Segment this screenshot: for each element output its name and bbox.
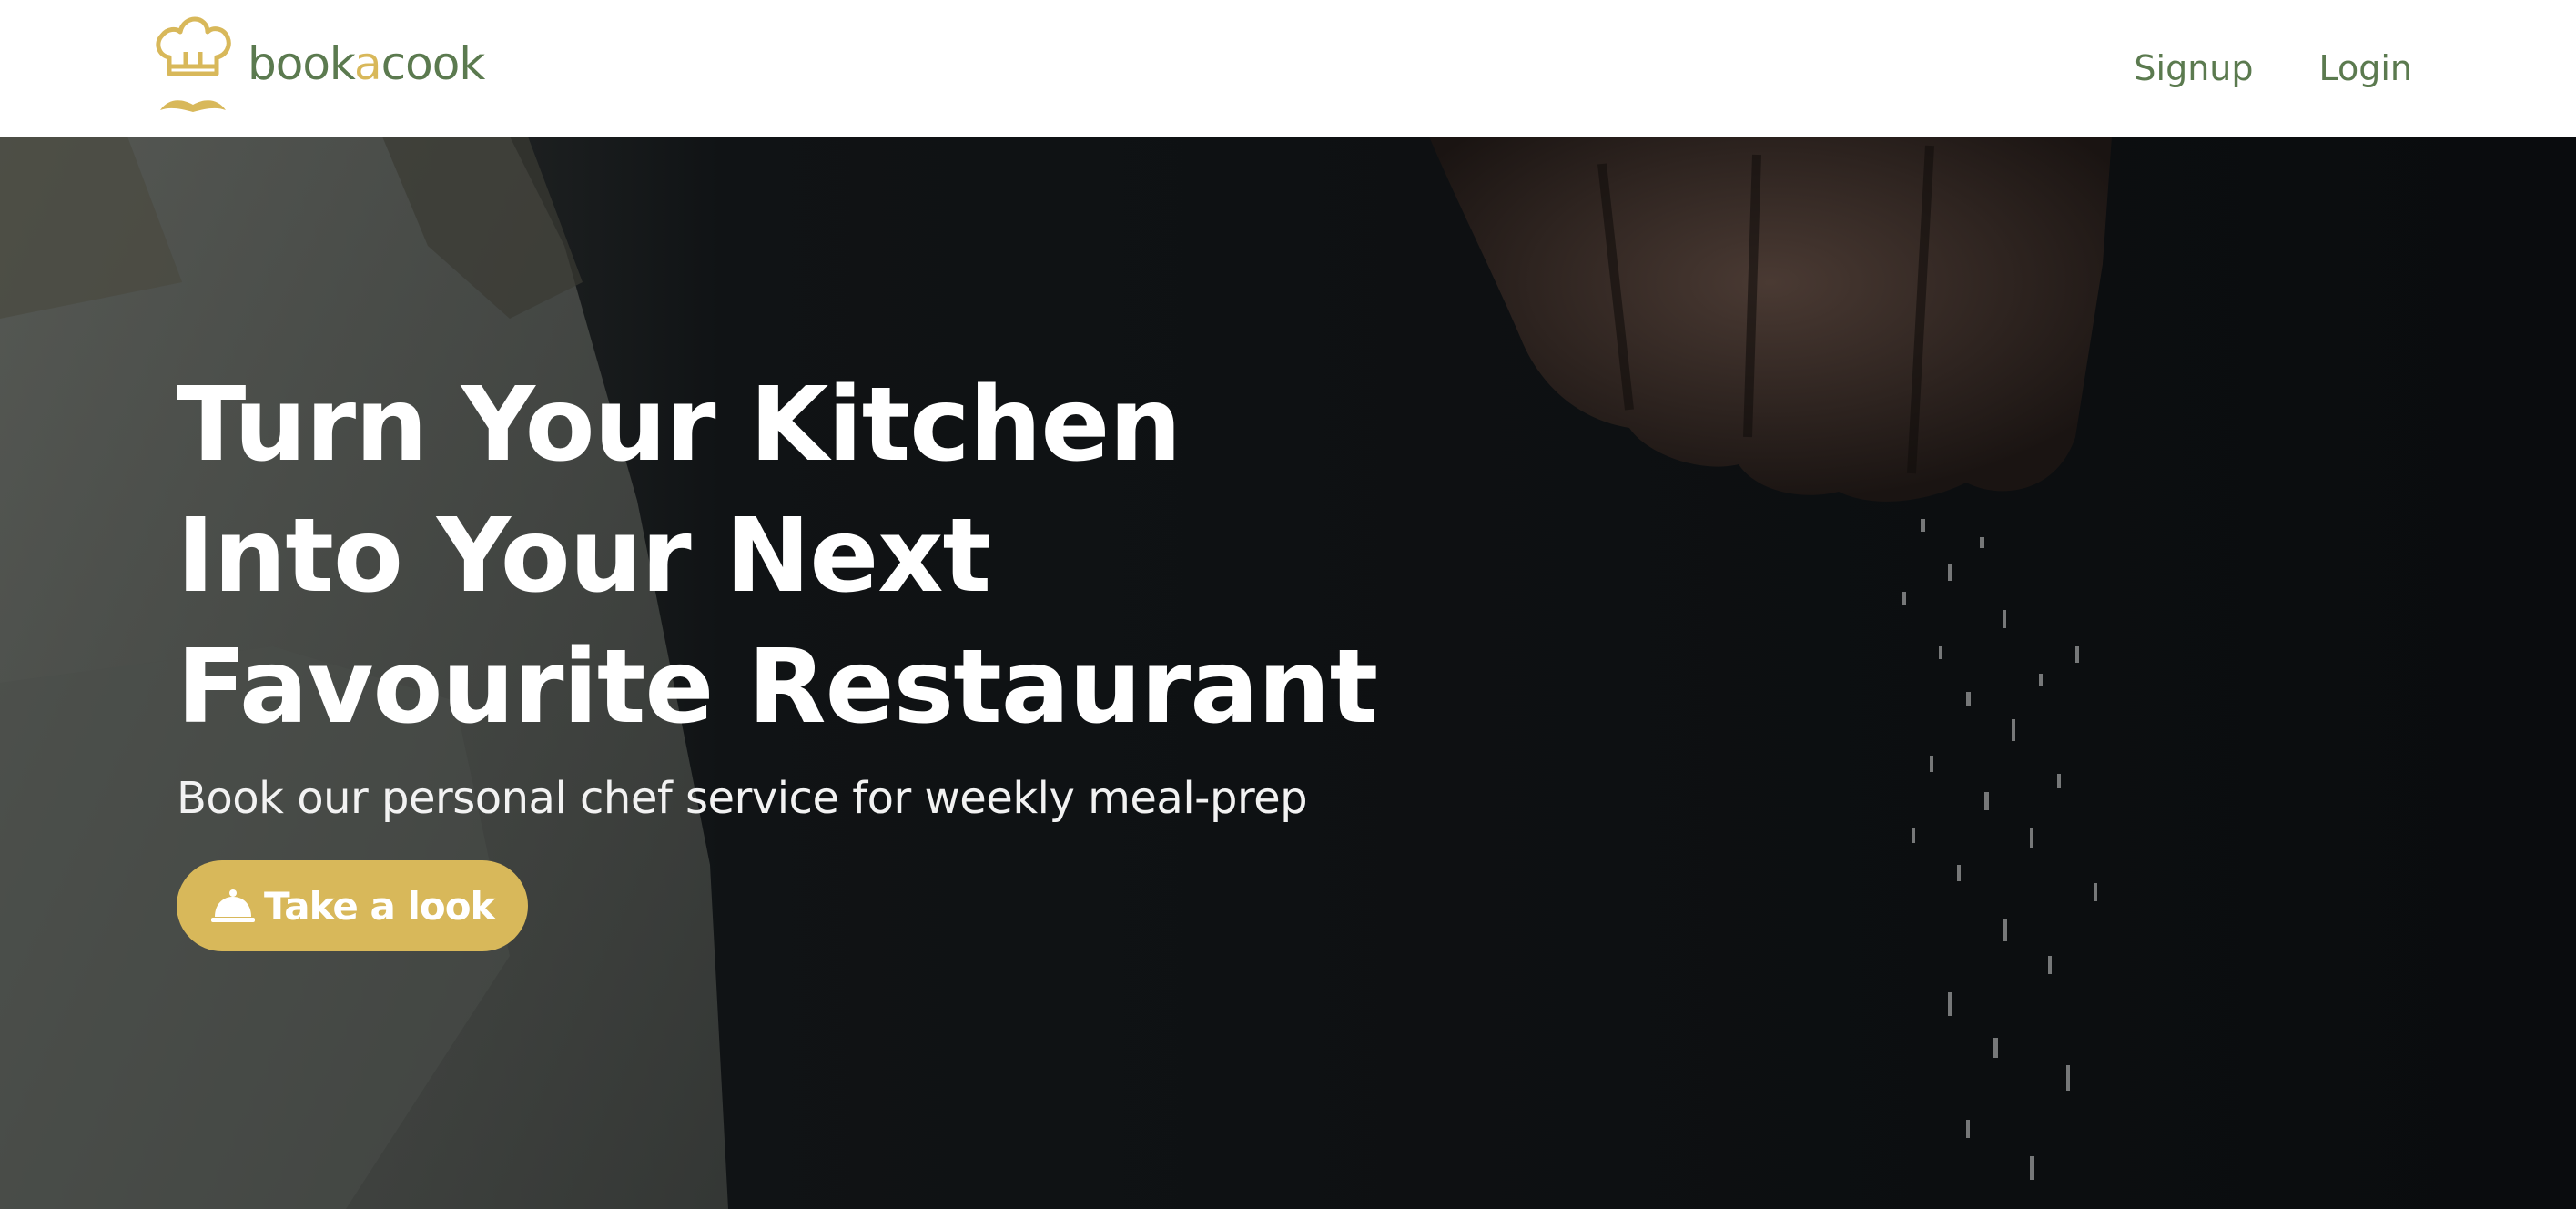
hero-title-line: Favourite Restaurant [177, 628, 1378, 747]
chef-hat-mustache-icon [156, 16, 231, 112]
hero-title-line: Into Your Next [177, 497, 991, 615]
site-header: bookacook Signup Login [0, 0, 2576, 137]
hero-subtitle: Book our personal chef service for weekl… [177, 773, 1308, 824]
take-a-look-button[interactable]: Take a look [177, 860, 528, 951]
hero-title: Turn Your Kitchen Into Your Next Favouri… [177, 360, 1378, 753]
signup-link[interactable]: Signup [2134, 48, 2253, 88]
brand-wordmark: bookacook [248, 37, 485, 90]
hero-section: Turn Your Kitchen Into Your Next Favouri… [0, 137, 2576, 1209]
brand-logo[interactable]: bookacook [153, 15, 485, 122]
cloche-icon [211, 889, 255, 922]
top-nav: Signup Login [2134, 0, 2412, 137]
login-link[interactable]: Login [2318, 48, 2412, 88]
take-a-look-label: Take a look [264, 883, 495, 929]
hero-content: Turn Your Kitchen Into Your Next Favouri… [177, 360, 1378, 951]
hero-title-line: Turn Your Kitchen [177, 366, 1182, 484]
